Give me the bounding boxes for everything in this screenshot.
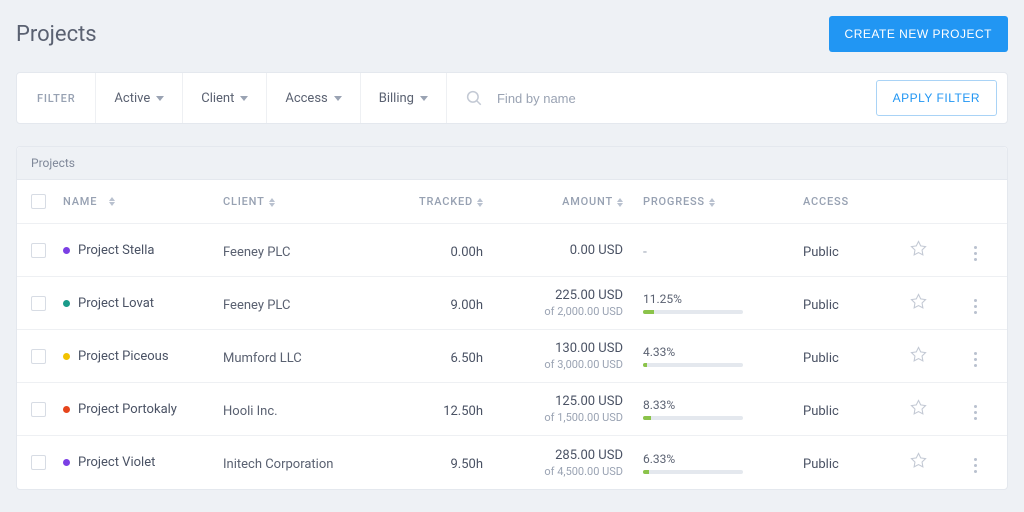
amount-value: 0.00 USD (513, 243, 623, 258)
project-name[interactable]: Project Portokaly (78, 402, 177, 417)
progress-percent: 8.33% (643, 398, 783, 412)
tracked-hours: 0.00h (450, 245, 483, 260)
search-icon (465, 89, 483, 107)
row-checkbox[interactable] (31, 455, 46, 470)
table-row: Project Lovat Feeney PLC 9.00h 225.00 USD of… (17, 277, 1007, 330)
client-name: Mumford LLC (223, 351, 302, 366)
row-checkbox[interactable] (31, 349, 46, 364)
favorite-star-icon[interactable] (910, 240, 927, 257)
caret-down-icon (334, 96, 342, 101)
progress-percent: 6.33% (643, 452, 783, 466)
project-name[interactable]: Project Lovat (78, 296, 154, 311)
sort-icon (617, 198, 623, 207)
row-menu-button[interactable] (968, 346, 983, 373)
sort-icon (269, 198, 275, 207)
amount-budget: of 4,500.00 USD (513, 465, 623, 478)
project-color-dot (63, 353, 70, 360)
column-header-access: ACCESS (783, 195, 893, 208)
tracked-hours: 6.50h (450, 351, 483, 366)
progress-bar (643, 470, 743, 474)
column-header-tracked[interactable]: TRACKED (393, 195, 513, 208)
client-name: Feeney PLC (223, 298, 290, 313)
project-name[interactable]: Project Piceous (78, 349, 169, 364)
progress-empty: - (643, 244, 647, 260)
project-color-dot (63, 247, 70, 254)
access-value: Public (803, 245, 839, 260)
amount-value: 130.00 USD (513, 341, 623, 356)
row-menu-button[interactable] (968, 240, 983, 267)
column-header-name[interactable]: NAME (63, 195, 223, 208)
progress-percent: 4.33% (643, 345, 783, 359)
row-checkbox[interactable] (31, 402, 46, 417)
filter-bar: FILTER Active Client Access Billing APPL… (16, 72, 1008, 124)
project-name[interactable]: Project Violet (78, 455, 155, 470)
client-name: Feeney PLC (223, 245, 290, 260)
caret-down-icon (420, 96, 428, 101)
caret-down-icon (156, 96, 164, 101)
table-row: Project Stella Feeney PLC 0.00h 0.00 USD - Pu… (17, 224, 1007, 277)
tracked-hours: 9.00h (450, 298, 483, 313)
amount-budget: of 1,500.00 USD (513, 411, 623, 424)
tracked-hours: 12.50h (443, 404, 483, 419)
favorite-star-icon[interactable] (910, 452, 927, 469)
row-menu-button[interactable] (968, 399, 983, 426)
filter-label: FILTER (17, 73, 96, 123)
table-header-row: NAME CLIENT TRACKED AMOUNT PROGRESS ACCE… (17, 180, 1007, 224)
table-row: Project Portokaly Hooli Inc. 12.50h 125.00 … (17, 383, 1007, 436)
column-header-client[interactable]: CLIENT (223, 195, 393, 208)
table-card-title: Projects (17, 147, 1007, 180)
favorite-star-icon[interactable] (910, 399, 927, 416)
caret-down-icon (240, 96, 248, 101)
client-name: Initech Corporation (223, 457, 333, 472)
favorite-star-icon[interactable] (910, 293, 927, 310)
search-input[interactable] (497, 91, 858, 106)
amount-value: 285.00 USD (513, 448, 623, 463)
progress-bar (643, 363, 743, 367)
filter-active-dropdown[interactable]: Active (96, 73, 183, 123)
row-checkbox[interactable] (31, 296, 46, 311)
column-header-amount[interactable]: AMOUNT (513, 195, 643, 208)
project-color-dot (63, 406, 70, 413)
access-value: Public (803, 457, 839, 472)
sort-icon (709, 198, 715, 207)
page-title: Projects (16, 22, 97, 47)
filter-access-dropdown[interactable]: Access (267, 73, 360, 123)
apply-filter-button[interactable]: APPLY FILTER (876, 80, 997, 116)
access-value: Public (803, 404, 839, 419)
table-row: Project Piceous Mumford LLC 6.50h 130.00 US… (17, 330, 1007, 383)
page-header: Projects CREATE NEW PROJECT (16, 16, 1008, 52)
filter-billing-dropdown[interactable]: Billing (361, 73, 447, 123)
sort-icon (477, 198, 483, 207)
access-value: Public (803, 298, 839, 313)
client-name: Hooli Inc. (223, 404, 278, 419)
amount-budget: of 2,000.00 USD (513, 305, 623, 318)
row-menu-button[interactable] (968, 293, 983, 320)
projects-table: Projects NAME CLIENT TRACKED AMOUNT PROG… (16, 146, 1008, 490)
progress-percent: 11.25% (643, 292, 783, 306)
table-row: Project Violet Initech Corporation 9.50h 28… (17, 436, 1007, 489)
tracked-hours: 9.50h (450, 457, 483, 472)
amount-value: 225.00 USD (513, 288, 623, 303)
column-header-progress[interactable]: PROGRESS (643, 195, 783, 208)
sort-icon (109, 197, 115, 206)
amount-value: 125.00 USD (513, 394, 623, 409)
favorite-star-icon[interactable] (910, 346, 927, 363)
row-checkbox[interactable] (31, 243, 46, 258)
create-project-button[interactable]: CREATE NEW PROJECT (829, 16, 1008, 52)
amount-budget: of 3,000.00 USD (513, 358, 623, 371)
select-all-checkbox[interactable] (31, 194, 46, 209)
progress-bar (643, 416, 743, 420)
project-color-dot (63, 459, 70, 466)
project-color-dot (63, 300, 70, 307)
filter-client-dropdown[interactable]: Client (183, 73, 267, 123)
progress-bar (643, 310, 743, 314)
project-name[interactable]: Project Stella (78, 243, 154, 258)
access-value: Public (803, 351, 839, 366)
row-menu-button[interactable] (968, 452, 983, 479)
